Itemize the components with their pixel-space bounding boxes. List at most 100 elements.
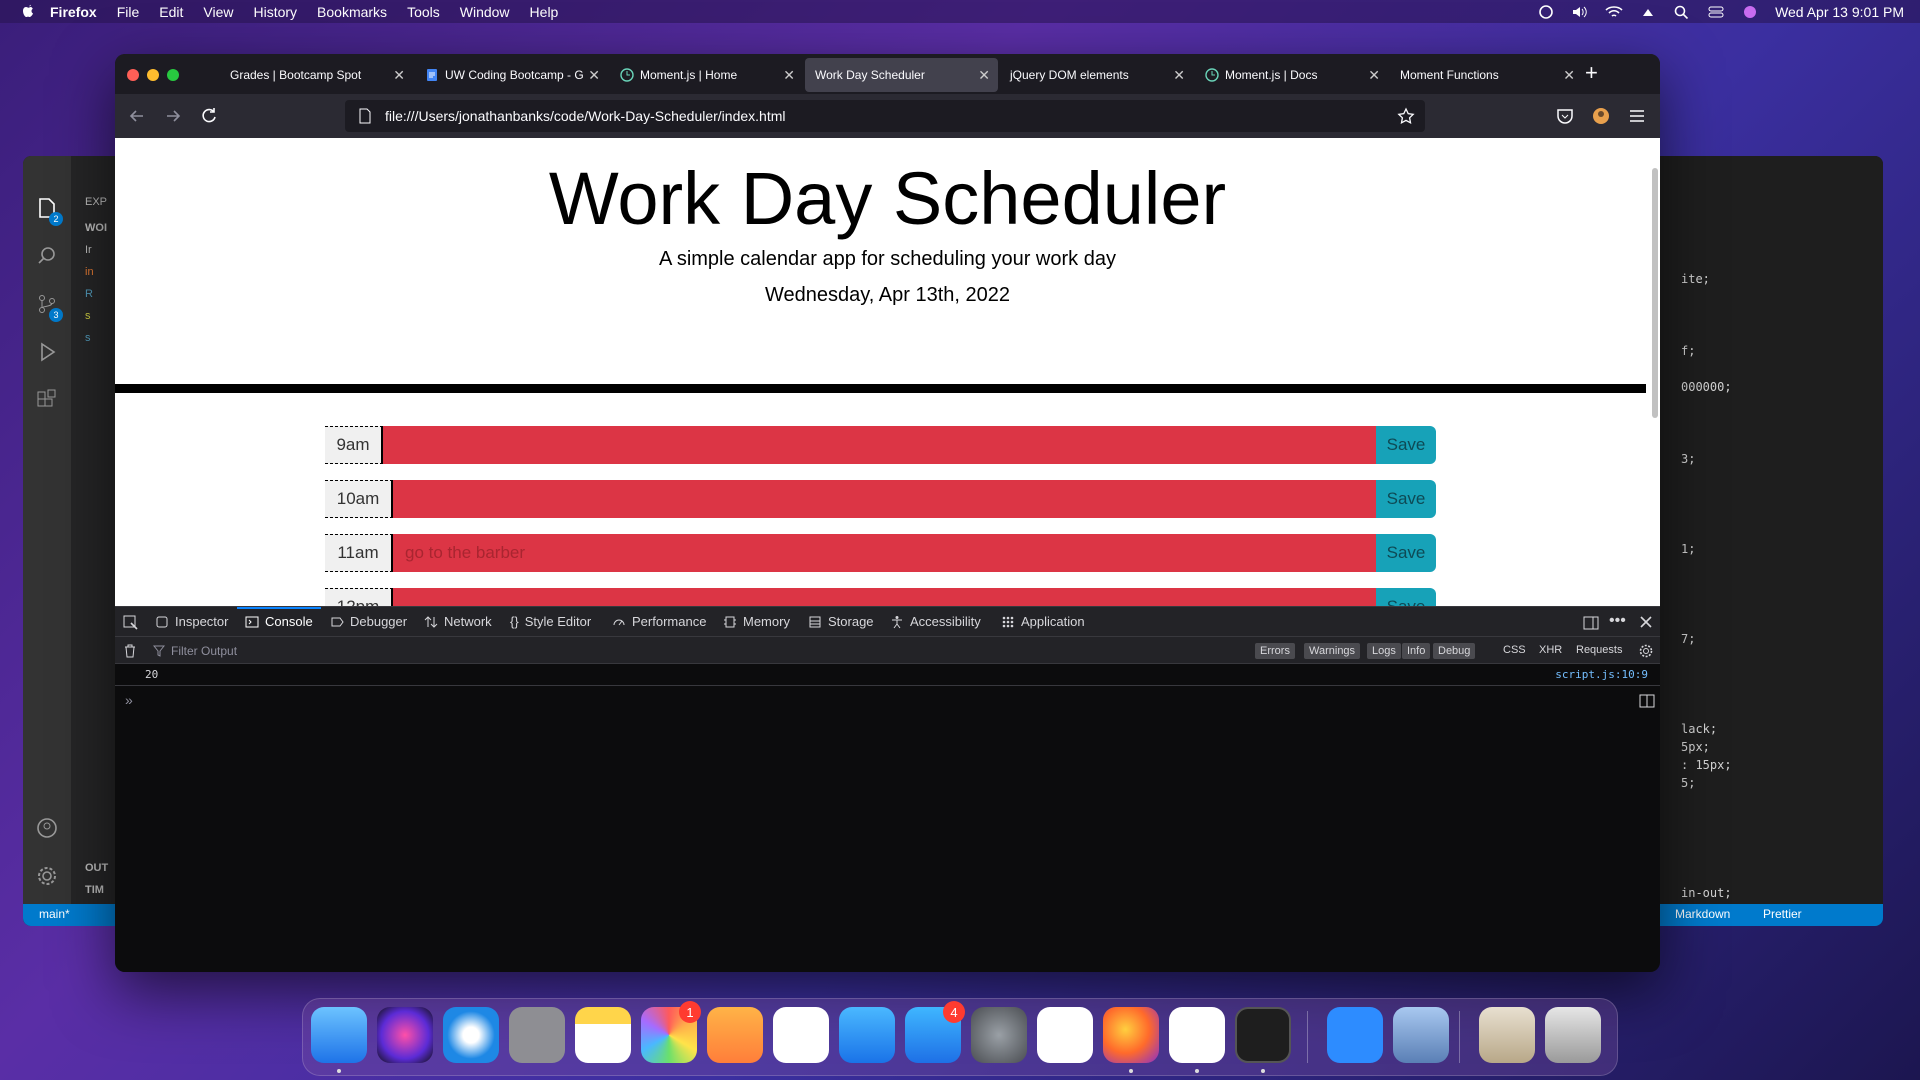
explorer-item[interactable]: s: [85, 310, 91, 322]
prettier-status[interactable]: Prettier: [1763, 907, 1802, 921]
menu-history[interactable]: History: [253, 4, 297, 20]
save-button[interactable]: Save: [1376, 588, 1436, 606]
pocket-icon[interactable]: [1555, 106, 1575, 126]
notes-icon[interactable]: [575, 1007, 631, 1063]
tab-network[interactable]: Network: [424, 614, 492, 629]
menu-tools[interactable]: Tools: [407, 4, 440, 20]
editor-mode-icon[interactable]: [1639, 694, 1655, 708]
menu-help[interactable]: Help: [530, 4, 559, 20]
tab-inspector[interactable]: Inspector: [155, 614, 228, 629]
numbers-icon[interactable]: [773, 1007, 829, 1063]
menu-edit[interactable]: Edit: [159, 4, 183, 20]
explorer-folder[interactable]: WOI: [85, 222, 107, 234]
tab-console[interactable]: Console: [245, 614, 313, 629]
filter-requests[interactable]: Requests: [1576, 644, 1622, 656]
task-textarea[interactable]: [393, 588, 1376, 606]
zoom-window-button[interactable]: [167, 69, 179, 81]
dock-side-icon[interactable]: [1583, 615, 1599, 631]
task-textarea[interactable]: [393, 480, 1376, 518]
launchpad-icon[interactable]: [509, 1007, 565, 1063]
forward-arrow-icon[interactable]: [163, 106, 183, 126]
url-text[interactable]: file:///Users/jonathanbanks/code/Work-Da…: [385, 108, 785, 124]
search-icon[interactable]: [35, 244, 59, 268]
filter-info[interactable]: Info: [1402, 643, 1431, 659]
apple-icon[interactable]: [20, 4, 36, 20]
task-textarea[interactable]: [383, 426, 1376, 464]
console-settings-gear-icon[interactable]: [1639, 644, 1653, 658]
outline-section[interactable]: OUT: [85, 862, 108, 874]
menubar-clock[interactable]: Wed Apr 13 9:01 PM: [1775, 4, 1904, 20]
element-picker-icon[interactable]: [123, 615, 139, 631]
filter-logs[interactable]: Logs: [1367, 643, 1401, 659]
preview-icon[interactable]: [1393, 1007, 1449, 1063]
volume-icon[interactable]: [1571, 5, 1589, 19]
console-prompt[interactable]: »: [125, 692, 133, 708]
account-avatar-icon[interactable]: [1591, 106, 1611, 126]
close-icon[interactable]: ✕: [588, 67, 600, 84]
menu-window[interactable]: Window: [460, 4, 510, 20]
filter-xhr[interactable]: XHR: [1539, 644, 1562, 656]
menu-file[interactable]: File: [117, 4, 140, 20]
siri-icon[interactable]: [1741, 5, 1759, 19]
wifi-icon[interactable]: [1605, 5, 1623, 19]
more-options-icon[interactable]: •••: [1609, 612, 1626, 630]
zoom-icon[interactable]: [1327, 1007, 1383, 1063]
close-devtools-icon[interactable]: [1639, 615, 1653, 629]
app-store-icon[interactable]: 4: [905, 1001, 965, 1063]
close-icon[interactable]: ✕: [393, 67, 405, 84]
filter-debug[interactable]: Debug: [1433, 643, 1476, 659]
account-icon[interactable]: [35, 816, 59, 840]
save-button[interactable]: Save: [1376, 534, 1436, 572]
tab-moment-functions[interactable]: Moment Functions ✕: [1390, 58, 1583, 92]
explorer-item[interactable]: s: [85, 332, 91, 344]
tab-performance[interactable]: Performance: [612, 614, 706, 629]
bookmark-star-icon[interactable]: [1397, 107, 1415, 125]
spotlight-search-icon[interactable]: [1673, 5, 1691, 19]
vscode-editor[interactable]: ite; f; 000000; 3; 1; 7; lack; 5px; : 15…: [1663, 156, 1883, 904]
keynote-icon[interactable]: [839, 1007, 895, 1063]
save-button[interactable]: Save: [1376, 426, 1436, 464]
close-icon[interactable]: ✕: [1173, 67, 1185, 84]
tab-debugger[interactable]: Debugger: [330, 614, 407, 629]
save-button[interactable]: Save: [1376, 480, 1436, 518]
tab-grades[interactable]: Grades | Bootcamp Spot ✕: [220, 58, 413, 92]
tab-moment-docs[interactable]: Moment.js | Docs ✕: [1195, 58, 1388, 92]
creative-cloud-icon[interactable]: [1537, 4, 1555, 19]
tab-moment-home[interactable]: Moment.js | Home ✕: [610, 58, 803, 92]
explorer-item[interactable]: Ir: [85, 244, 92, 256]
close-icon[interactable]: ✕: [1563, 67, 1575, 84]
tab-memory[interactable]: Memory: [723, 614, 790, 629]
vscode-app-icon[interactable]: [1169, 1007, 1225, 1063]
minimize-window-button[interactable]: [147, 69, 159, 81]
close-icon[interactable]: ✕: [783, 67, 795, 84]
safari-icon[interactable]: [443, 1007, 499, 1063]
task-textarea[interactable]: go to the barber: [393, 534, 1376, 572]
settings-gear-icon[interactable]: [35, 864, 59, 888]
menu-view[interactable]: View: [203, 4, 233, 20]
filter-warnings[interactable]: Warnings: [1304, 643, 1361, 659]
menu-bookmarks[interactable]: Bookmarks: [317, 4, 387, 20]
filter-errors[interactable]: Errors: [1255, 643, 1295, 659]
timeline-section[interactable]: TIM: [85, 884, 104, 896]
tab-style-editor[interactable]: {} Style Editor: [510, 614, 591, 629]
git-branch[interactable]: main*: [39, 907, 70, 921]
slack-icon[interactable]: [1037, 1007, 1093, 1063]
explorer-item[interactable]: R: [85, 288, 93, 300]
firefox-app-icon[interactable]: [1103, 1007, 1159, 1063]
finder-icon[interactable]: [311, 1007, 367, 1063]
tab-work-day-scheduler[interactable]: Work Day Scheduler ✕: [805, 58, 998, 92]
tab-uw-coding[interactable]: UW Coding Bootcamp - G ✕: [415, 58, 608, 92]
explorer-item[interactable]: in: [85, 266, 94, 278]
close-icon[interactable]: ✕: [1368, 67, 1380, 84]
url-bar[interactable]: file:///Users/jonathanbanks/code/Work-Da…: [345, 100, 1425, 132]
control-center-icon[interactable]: [1707, 5, 1725, 19]
pages-icon[interactable]: [707, 1007, 763, 1063]
siri-app-icon[interactable]: [377, 1007, 433, 1063]
trash-icon[interactable]: [1545, 1007, 1601, 1063]
terminal-icon[interactable]: [1235, 1007, 1291, 1063]
language-mode[interactable]: Markdown: [1675, 907, 1730, 921]
tab-jquery-dom[interactable]: jQuery DOM elements ✕: [1000, 58, 1193, 92]
reload-icon[interactable]: [199, 106, 219, 126]
log-source-link[interactable]: script.js:10:9: [1555, 668, 1648, 681]
extensions-icon[interactable]: [35, 388, 59, 412]
